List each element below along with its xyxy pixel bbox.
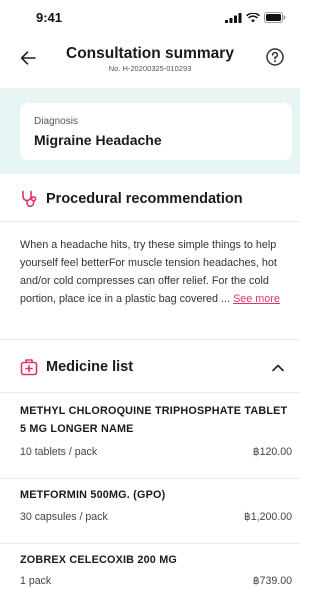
divider <box>0 392 300 393</box>
back-arrow-icon <box>20 51 36 65</box>
back-button[interactable] <box>16 46 40 70</box>
diagnosis-value: Migraine Headache <box>34 132 162 148</box>
medicine-price: ฿1,200.00 <box>244 511 292 523</box>
medicine-name: ZOBREX CELECOXIB 200 MG <box>20 554 177 566</box>
first-aid-kit-icon <box>20 359 38 376</box>
divider <box>0 339 300 340</box>
medicine-name: METHYL CHLOROQUINE TRIPHOSPHATE TABLET 5… <box>20 405 288 435</box>
status-icons <box>225 12 286 23</box>
medicine-quantity: 10 tablets / pack <box>20 446 98 458</box>
diagnosis-card: Diagnosis Migraine Headache <box>20 103 292 160</box>
help-button[interactable] <box>264 46 286 68</box>
medicine-price: ฿120.00 <box>252 446 292 458</box>
divider <box>0 221 300 222</box>
procedural-header: Procedural recommendation <box>0 190 300 210</box>
help-icon <box>266 48 284 66</box>
procedural-title: Procedural recommendation <box>46 191 243 207</box>
medicine-item: METFORMIN 500MG. (GPO) 30 capsules / pac… <box>20 486 292 523</box>
medicine-item: ZOBREX CELECOXIB 200 MG 1 pack ฿739.00 <box>20 551 292 587</box>
status-time: 9:41 <box>36 10 63 25</box>
medicine-item: METHYL CHLOROQUINE TRIPHOSPHATE TABLET 5… <box>20 402 292 458</box>
divider <box>0 543 300 544</box>
medicine-quantity: 1 pack <box>20 575 52 587</box>
divider <box>0 478 300 479</box>
header: Consultation summary No. H-20200325-0102… <box>0 34 300 86</box>
see-more-link[interactable]: See more <box>233 293 280 305</box>
medicine-title: Medicine list <box>46 359 134 375</box>
page-title: Consultation summary <box>66 45 234 62</box>
battery-icon <box>264 12 286 23</box>
chevron-up-icon[interactable] <box>270 360 286 376</box>
medicine-price: ฿739.00 <box>252 575 292 587</box>
procedural-text: When a headache hits, try these simple t… <box>20 236 288 308</box>
consultation-number: No. H-20200325-010293 <box>108 64 192 73</box>
stethoscope-icon <box>22 190 37 208</box>
signal-icon <box>225 12 242 23</box>
medicine-quantity: 30 capsules / pack <box>20 511 108 523</box>
wifi-icon <box>246 12 260 22</box>
medicine-header[interactable]: Medicine list <box>0 358 300 378</box>
medicine-name: METFORMIN 500MG. (GPO) <box>20 489 166 501</box>
diagnosis-label: Diagnosis <box>34 116 78 127</box>
status-bar: 9:41 <box>0 0 300 34</box>
